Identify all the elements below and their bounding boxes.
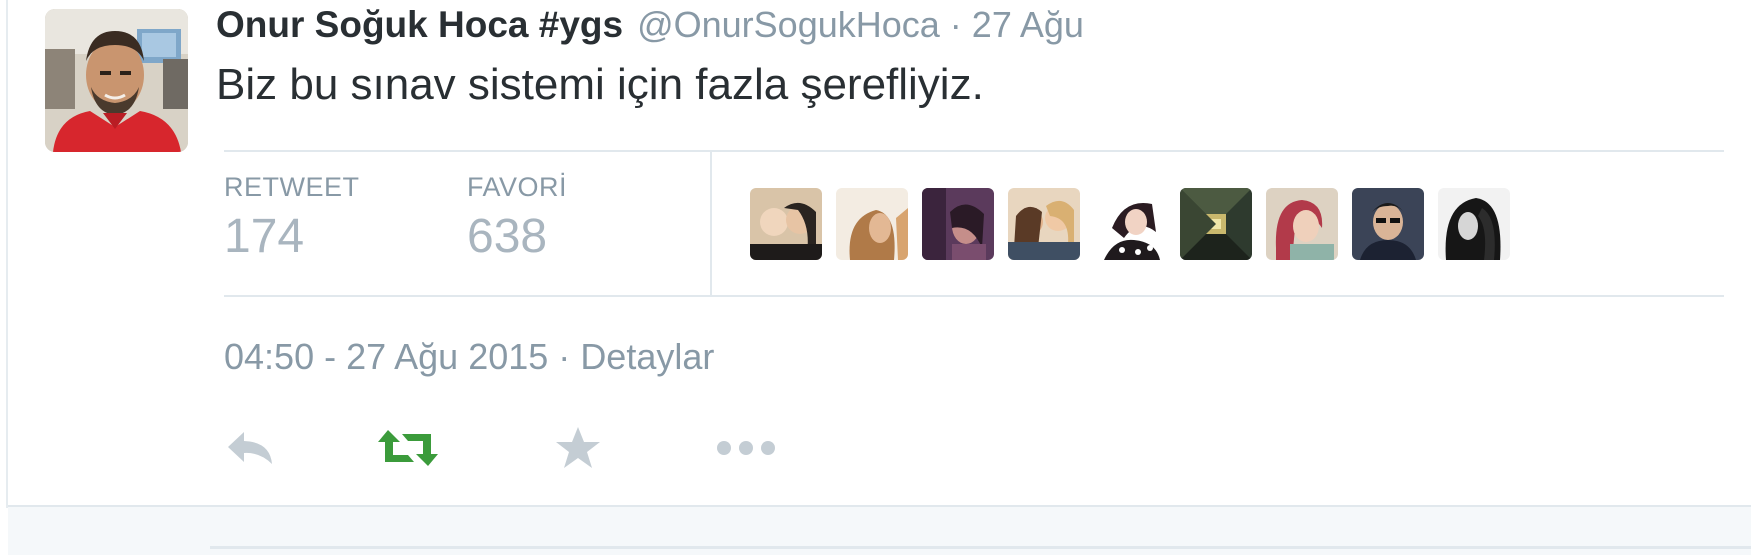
tweet-stats: RETWEET 174 FAVORİ 638	[224, 150, 1724, 297]
star-icon	[554, 425, 602, 476]
favoriter-avatar[interactable]	[1266, 188, 1338, 260]
tweet-header: Onur Soğuk Hoca #ygs @OnurSogukHoca · 27…	[216, 4, 1084, 54]
details-link[interactable]: Detaylar	[580, 336, 714, 377]
tweet-time[interactable]: 27 Ağu	[972, 4, 1084, 46]
retweet-stat-count: 174	[224, 210, 305, 263]
favorite-stat-count: 638	[467, 210, 548, 263]
favoriters-avatars	[750, 188, 1510, 260]
retweet-stat-label: RETWEET	[224, 172, 360, 202]
retweet-icon	[376, 428, 440, 473]
page: Onur Soğuk Hoca #ygs @OnurSogukHoca · 27…	[0, 0, 1751, 555]
tweet-meta: 04:50 - 27 Ağu 2015 · Detaylar	[224, 336, 714, 378]
header-separator: ·	[949, 4, 962, 45]
retweet-button[interactable]	[376, 420, 440, 480]
author-fullname[interactable]: Onur Soğuk Hoca #ygs	[216, 4, 623, 46]
retweet-stat[interactable]: RETWEET 174	[224, 172, 360, 264]
more-button[interactable]	[714, 420, 778, 480]
reply-box-border	[210, 546, 1751, 549]
author-avatar[interactable]	[45, 9, 188, 152]
tweet-text: Biz bu sınav sistemi için fazla şerefliy…	[216, 60, 984, 109]
more-icon	[714, 438, 778, 463]
meta-separator: ·	[558, 336, 571, 377]
reply-button[interactable]	[224, 420, 278, 480]
favorite-stat[interactable]: FAVORİ 638	[467, 172, 567, 264]
reply-icon	[224, 428, 278, 473]
favoriter-avatar[interactable]	[750, 188, 822, 260]
favoriter-avatar[interactable]	[1094, 188, 1166, 260]
stats-divider	[710, 152, 712, 295]
favoriter-avatar[interactable]	[836, 188, 908, 260]
favoriter-avatar[interactable]	[1352, 188, 1424, 260]
favoriter-avatar[interactable]	[922, 188, 994, 260]
author-username[interactable]: @OnurSogukHoca	[637, 4, 940, 46]
favoriter-avatar[interactable]	[1180, 188, 1252, 260]
tweet-actions	[224, 420, 824, 480]
tweet-permalink: Onur Soğuk Hoca #ygs @OnurSogukHoca · 27…	[8, 0, 1751, 505]
favoriter-avatar[interactable]	[1008, 188, 1080, 260]
favorite-button[interactable]	[554, 420, 602, 480]
tweet-timestamp[interactable]: 04:50 - 27 Ağu 2015	[224, 336, 548, 377]
favoriter-avatar[interactable]	[1438, 188, 1510, 260]
favorite-stat-label: FAVORİ	[467, 172, 568, 202]
